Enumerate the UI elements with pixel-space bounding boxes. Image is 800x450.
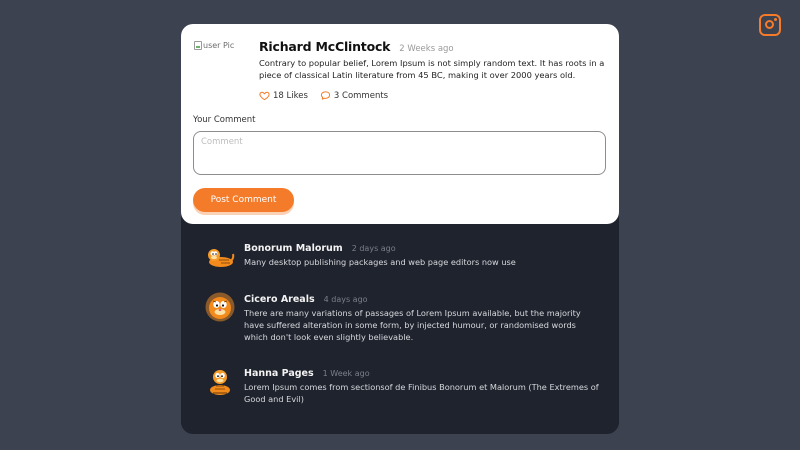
reply-text: Lorem Ipsum comes from sectionsof de Fin… (244, 382, 599, 404)
reply-timestamp: 4 days ago (323, 295, 368, 304)
reply-header: Bonorum Malorum 2 days ago (244, 243, 396, 254)
comment-bubble-icon (320, 91, 331, 100)
post-author[interactable]: Richard McClintock (259, 39, 390, 54)
instagram-dot (774, 18, 777, 21)
broken-image-icon (194, 40, 202, 50)
reply-timestamp: 2 days ago (351, 244, 396, 253)
post-header: Richard McClintock 2 Weeks ago (259, 39, 454, 54)
instagram-icon[interactable] (759, 14, 781, 36)
reply-text: There are many variations of passages of… (244, 308, 581, 342)
post-stats: 18 Likes 3 Comments (259, 90, 388, 101)
post-comment-button[interactable]: Post Comment (193, 188, 294, 212)
garfield-sitting-avatar (210, 370, 230, 395)
post-body: Contrary to popular belief, Lorem Ipsum … (259, 58, 605, 80)
garfield-lying-avatar (208, 249, 235, 267)
avatar-alt-text: user Pic (203, 40, 235, 50)
reply-header: Hanna Pages 1 Week ago (244, 368, 370, 379)
comments-button[interactable]: 3 Comments (320, 90, 388, 101)
user-avatar: user Pic (194, 37, 254, 53)
reply-author[interactable]: Bonorum Malorum (244, 243, 343, 254)
post-timestamp: 2 Weeks ago (399, 44, 454, 54)
likes-count: 18 Likes (273, 90, 308, 101)
post-card: user Pic Richard McClintock 2 Weeks ago … (181, 24, 619, 224)
comment-thread: user Pic Richard McClintock 2 Weeks ago … (181, 24, 619, 434)
instagram-lens (765, 20, 774, 29)
reply-header: Cicero Areals 4 days ago (244, 294, 368, 305)
garfield-face-avatar (205, 292, 235, 322)
comments-count: 3 Comments (333, 90, 389, 101)
reply-text: Many desktop publishing packages and web… (244, 257, 516, 267)
reply-author[interactable]: Cicero Areals (244, 294, 315, 305)
comment-input[interactable] (193, 131, 606, 175)
reply-timestamp: 1 Week ago (322, 369, 370, 378)
heart-icon (259, 91, 270, 101)
comment-label: Your Comment (193, 115, 256, 125)
reply-author[interactable]: Hanna Pages (244, 368, 314, 379)
like-button[interactable]: 18 Likes (259, 90, 308, 101)
